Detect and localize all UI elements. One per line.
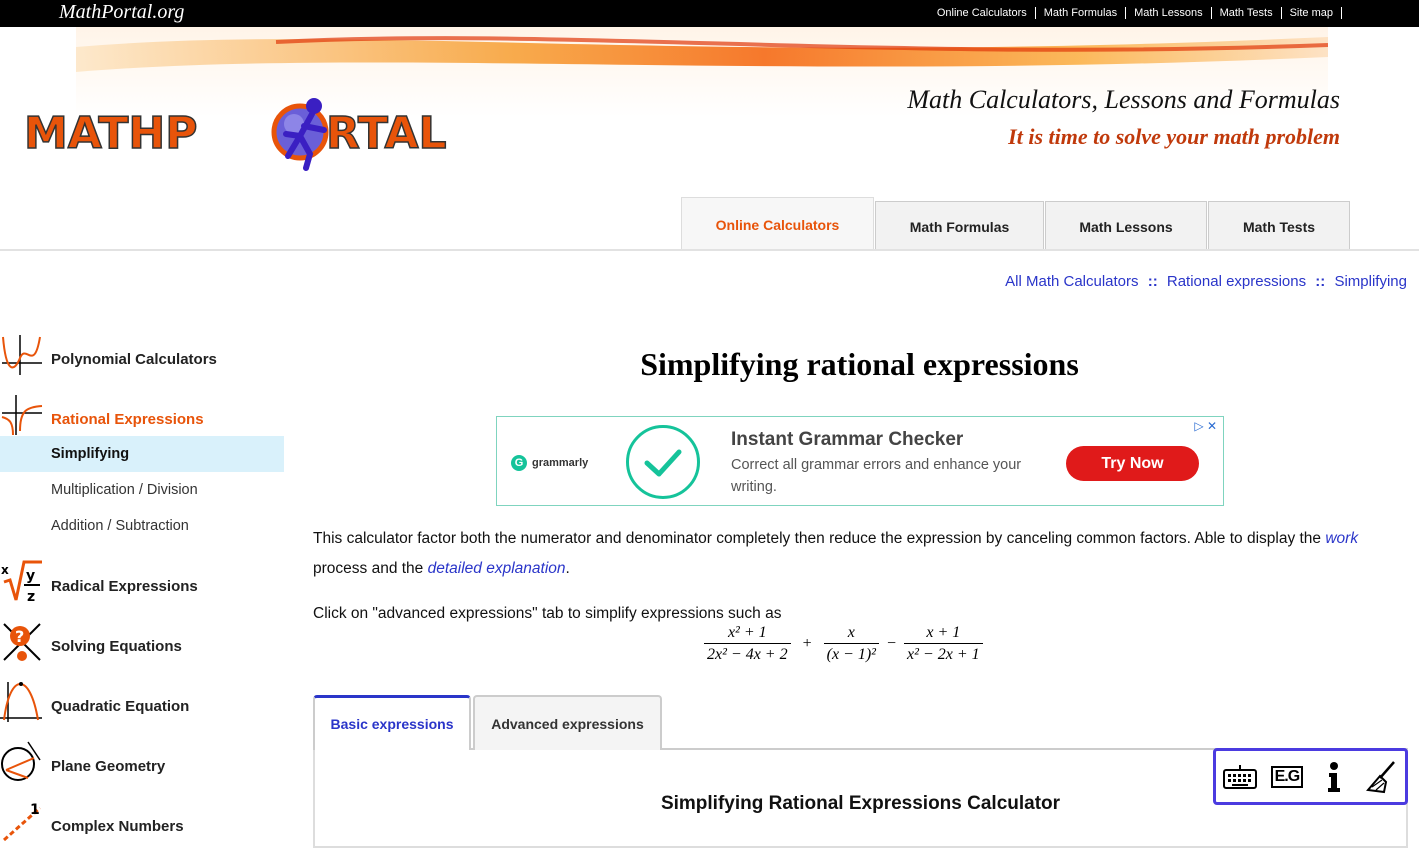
svg-text:z: z [27, 589, 35, 604]
top-nav: Online Calculators Math Formulas Math Le… [929, 7, 1342, 19]
sidebar-item-complex-numbers[interactable]: 1 Complex Numbers [0, 800, 284, 844]
top-bar: MathPortal.org Online Calculators Math F… [0, 0, 1419, 27]
examples-label: E.G [1270, 765, 1304, 788]
description-text-middle: process and the [313, 560, 428, 577]
sidebar-subitem-label: Multiplication / Division [51, 482, 198, 498]
top-nav-math-lessons[interactable]: Math Lessons [1126, 7, 1212, 19]
top-nav-online-calculators[interactable]: Online Calculators [929, 7, 1036, 19]
tab-online-calculators[interactable]: Online Calculators [681, 197, 874, 251]
formula-fraction: x (x − 1)² [823, 624, 879, 664]
svg-text:?: ? [15, 627, 24, 646]
fraction-numerator: x [823, 624, 879, 644]
description-text-end: . [565, 560, 570, 577]
work-link[interactable]: work [1325, 530, 1358, 547]
sidebar-item-quadratic-equation[interactable]: Quadratic Equation [0, 680, 284, 724]
ad-headline: Instant Grammar Checker [731, 429, 964, 450]
detailed-explanation-link[interactable]: detailed explanation [428, 560, 566, 577]
breadcrumb-all-calculators[interactable]: All Math Calculators [1005, 273, 1138, 290]
solving-equations-icon: ? [3, 623, 41, 661]
logo-text-right: RTAL [326, 108, 447, 159]
svg-text:y: y [26, 568, 35, 584]
ad-cta-button[interactable]: Try Now [1066, 446, 1199, 481]
description-paragraph: This calculator factor both the numerato… [313, 524, 1408, 584]
breadcrumb-separator: :: [1315, 273, 1326, 290]
breadcrumb-simplifying[interactable]: Simplifying [1334, 273, 1407, 290]
sidebar-item-radical-expressions[interactable]: x y z Radical Expressions [0, 560, 284, 604]
rational-graph-icon [1, 395, 43, 436]
fraction-denominator: x² − 2x + 1 [907, 646, 980, 663]
fraction-numerator: x² + 1 [704, 624, 791, 644]
info-icon[interactable] [1317, 760, 1351, 794]
calculator-tabs: Basic expressions Advanced expressions [313, 695, 664, 750]
tab-math-formulas[interactable]: Math Formulas [875, 201, 1044, 251]
checkmark-icon [626, 425, 700, 499]
keyboard-icon[interactable] [1222, 760, 1257, 794]
sidebar-item-label: Rational Expressions [51, 411, 204, 428]
breadcrumb-rational-expressions[interactable]: Rational expressions [1167, 273, 1306, 290]
svg-text:1: 1 [30, 802, 40, 818]
tab-math-lessons[interactable]: Math Lessons [1045, 201, 1207, 251]
tab-math-tests[interactable]: Math Tests [1208, 201, 1350, 251]
geometry-icon [1, 741, 41, 781]
header-tagline: Math Calculators, Lessons and Formulas [907, 85, 1340, 114]
fraction-denominator: 2x² − 4x + 2 [707, 646, 788, 663]
sidebar-item-label: Quadratic Equation [51, 698, 190, 715]
mathportal-logo[interactable]: MATHP RTAL [23, 96, 534, 181]
sidebar-item-rational-expressions[interactable]: Rational Expressions [0, 393, 284, 437]
sidebar-subitem-multiplication-division[interactable]: Multiplication / Division [0, 472, 284, 508]
fraction-denominator: (x − 1)² [826, 646, 876, 663]
breadcrumb: All Math Calculators :: Rational express… [1005, 273, 1407, 290]
ad-brand: G grammarly [511, 455, 588, 471]
sidebar-subitem-addition-subtraction[interactable]: Addition / Subtraction [0, 508, 284, 544]
breadcrumb-separator: :: [1147, 273, 1158, 290]
sidebar-item-label: Solving Equations [51, 638, 182, 655]
header-subtagline: It is time to solve your math problem [1008, 124, 1340, 149]
top-nav-math-formulas[interactable]: Math Formulas [1036, 7, 1127, 19]
main-tabs: Online Calculators Math Formulas Math Le… [681, 197, 1351, 251]
examples-icon[interactable]: E.G [1270, 760, 1304, 794]
formula-operator: + [802, 635, 812, 652]
formula-fraction: x² + 1 2x² − 4x + 2 [704, 624, 791, 664]
description-text: This calculator factor both the numerato… [313, 530, 1326, 547]
sidebar-item-label: Plane Geometry [51, 758, 166, 775]
tabs-divider [0, 249, 1419, 251]
complex-numbers-icon: 1 [3, 802, 41, 842]
logo-text-left: MATHP [24, 108, 198, 159]
page-title: Simplifying rational expressions [640, 346, 1079, 382]
calculator-toolbar: E.G [1213, 748, 1408, 805]
sidebar-item-label: Complex Numbers [51, 818, 184, 835]
sidebar-item-solving-equations[interactable]: ? Solving Equations [0, 620, 284, 664]
top-nav-site-map[interactable]: Site map [1282, 7, 1342, 19]
parabola-icon [0, 682, 42, 722]
site-name[interactable]: MathPortal.org [59, 1, 184, 24]
sidebar-item-label: Radical Expressions [51, 578, 198, 595]
fraction-numerator: x + 1 [904, 624, 983, 644]
radical-icon: x y z [1, 560, 42, 604]
clear-broom-icon[interactable] [1364, 760, 1398, 794]
grammarly-logo-icon: G [511, 455, 527, 471]
tab-advanced-expressions[interactable]: Advanced expressions [473, 695, 662, 750]
formula-operator: − [886, 635, 897, 652]
tab-basic-expressions[interactable]: Basic expressions [313, 695, 471, 750]
top-nav-math-tests[interactable]: Math Tests [1212, 7, 1282, 19]
advertisement[interactable]: G grammarly Instant Grammar Checker Corr… [496, 416, 1224, 506]
example-formula: x² + 1 2x² − 4x + 2 + x (x − 1)² − x + 1… [704, 624, 983, 664]
ad-choices-icon[interactable]: ▷ ✕ [1194, 419, 1217, 433]
sidebar-subitem-label: Addition / Subtraction [51, 518, 189, 534]
ad-description: Correct all grammar errors and enhance y… [731, 457, 1022, 495]
ad-brand-name: grammarly [532, 457, 589, 469]
sidebar-item-polynomial-calculators[interactable]: Polynomial Calculators [0, 333, 284, 377]
sidebar-subitem-label: Simplifying [51, 446, 130, 462]
sidebar-item-plane-geometry[interactable]: Plane Geometry [0, 740, 284, 784]
sidebar-item-label: Polynomial Calculators [51, 351, 217, 368]
sidebar-subitem-simplifying[interactable]: Simplifying [0, 436, 284, 472]
polynomial-graph-icon [2, 335, 42, 375]
svg-text:x: x [1, 563, 9, 577]
formula-fraction: x + 1 x² − 2x + 1 [904, 624, 983, 664]
